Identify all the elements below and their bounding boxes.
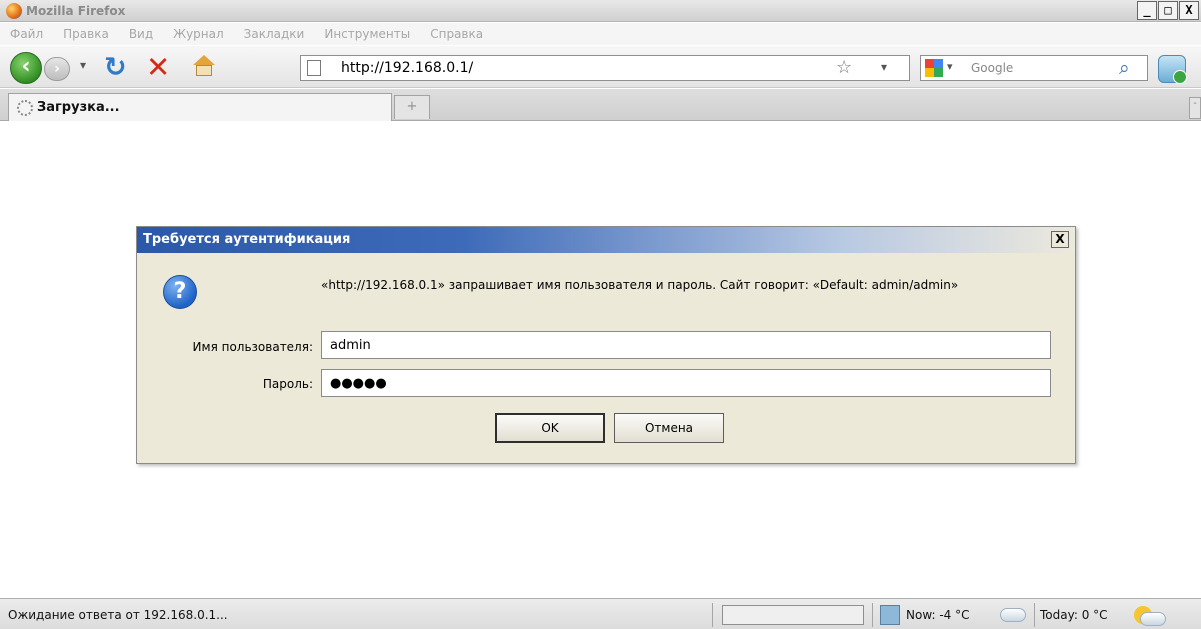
firefox-logo-icon bbox=[6, 3, 22, 19]
search-bar[interactable]: ▾ Google ⌕ bbox=[920, 55, 1148, 81]
dialog-title: Требуется аутентификация bbox=[143, 232, 351, 247]
tab-list-icon[interactable]: - bbox=[1189, 97, 1201, 119]
maximize-button[interactable]: □ bbox=[1158, 1, 1178, 20]
plus-icon: + bbox=[406, 99, 418, 114]
tab-title: Загрузка... bbox=[37, 100, 120, 115]
url-text[interactable]: http://192.168.0.1/ bbox=[341, 60, 473, 76]
tab-bar: Загрузка... + - bbox=[0, 89, 1201, 121]
firefox-window: Mozilla Firefox _ □ X Файл Правка Вид Жу… bbox=[0, 0, 1201, 629]
password-label: Пароль: bbox=[262, 377, 313, 391]
cloud-icon bbox=[1000, 608, 1026, 622]
back-button[interactable]: ‹ bbox=[10, 52, 42, 84]
menu-tools[interactable]: Инструменты bbox=[324, 27, 410, 41]
weather-today[interactable]: Today: 0 °C bbox=[1040, 608, 1108, 622]
auth-dialog: Требуется аутентификация X ? «http://192… bbox=[136, 226, 1076, 464]
home-icon[interactable] bbox=[192, 55, 216, 79]
weather-station-icon[interactable] bbox=[880, 605, 900, 625]
dialog-close-button[interactable]: X bbox=[1051, 231, 1069, 248]
menu-help[interactable]: Справка bbox=[430, 27, 483, 41]
dialog-message: «http://192.168.0.1» запрашивает имя пол… bbox=[321, 278, 959, 292]
status-separator bbox=[872, 603, 873, 627]
google-engine-icon[interactable] bbox=[925, 59, 943, 77]
status-text: Ожидание ответа от 192.168.0.1... bbox=[8, 608, 228, 622]
window-title: Mozilla Firefox bbox=[26, 4, 126, 18]
dialog-title-bar: Требуется аутентификация X bbox=[137, 227, 1075, 253]
page-icon bbox=[307, 60, 321, 76]
forward-arrow-icon: › bbox=[54, 61, 60, 77]
menu-view[interactable]: Вид bbox=[129, 27, 153, 41]
search-input[interactable]: Google bbox=[971, 61, 1013, 75]
title-bar: Mozilla Firefox _ □ X bbox=[0, 0, 1201, 22]
forward-button[interactable]: › bbox=[44, 57, 70, 81]
stop-icon[interactable]: ✕ bbox=[146, 51, 170, 83]
history-dropdown-icon[interactable]: ▾ bbox=[80, 58, 86, 72]
menu-edit[interactable]: Правка bbox=[63, 27, 109, 41]
loading-spinner-icon bbox=[17, 100, 33, 116]
url-bar[interactable]: http://192.168.0.1/ ☆ ▾ bbox=[300, 55, 910, 81]
addon-icon[interactable] bbox=[1158, 55, 1187, 84]
search-icon[interactable]: ⌕ bbox=[1119, 57, 1130, 79]
menu-bookmarks[interactable]: Закладки bbox=[244, 27, 305, 41]
reload-icon[interactable]: ↻ bbox=[104, 52, 127, 84]
bookmark-star-icon[interactable]: ☆ bbox=[836, 57, 852, 78]
menu-file[interactable]: Файл bbox=[10, 27, 43, 41]
weather-now[interactable]: Now: -4 °C bbox=[906, 608, 970, 622]
username-label: Имя пользователя: bbox=[192, 340, 313, 354]
navigation-toolbar: ‹ › ▾ ↻ ✕ http://192.168.0.1/ ☆ ▾ ▾ Goog… bbox=[0, 46, 1201, 88]
password-field[interactable] bbox=[321, 369, 1051, 397]
menu-history[interactable]: Журнал bbox=[173, 27, 224, 41]
tab-loading[interactable]: Загрузка... bbox=[8, 93, 392, 121]
back-arrow-icon: ‹ bbox=[21, 54, 31, 79]
cloud-icon bbox=[1140, 612, 1166, 626]
search-engine-dropdown-icon[interactable]: ▾ bbox=[947, 60, 953, 73]
username-field[interactable] bbox=[321, 331, 1051, 359]
ok-button[interactable]: OK bbox=[495, 413, 605, 443]
window-controls: _ □ X bbox=[1137, 1, 1199, 21]
url-dropdown-icon[interactable]: ▾ bbox=[881, 60, 887, 74]
new-tab-button[interactable]: + bbox=[394, 95, 430, 119]
menu-bar: Файл Правка Вид Журнал Закладки Инструме… bbox=[0, 23, 1201, 45]
progress-bar bbox=[722, 605, 864, 625]
close-button[interactable]: X bbox=[1179, 1, 1199, 20]
question-icon: ? bbox=[163, 275, 197, 309]
status-separator bbox=[1034, 603, 1035, 627]
status-separator bbox=[712, 603, 713, 627]
status-bar: Ожидание ответа от 192.168.0.1... Now: -… bbox=[0, 598, 1201, 629]
cancel-button[interactable]: Отмена bbox=[614, 413, 724, 443]
minimize-button[interactable]: _ bbox=[1137, 1, 1157, 20]
